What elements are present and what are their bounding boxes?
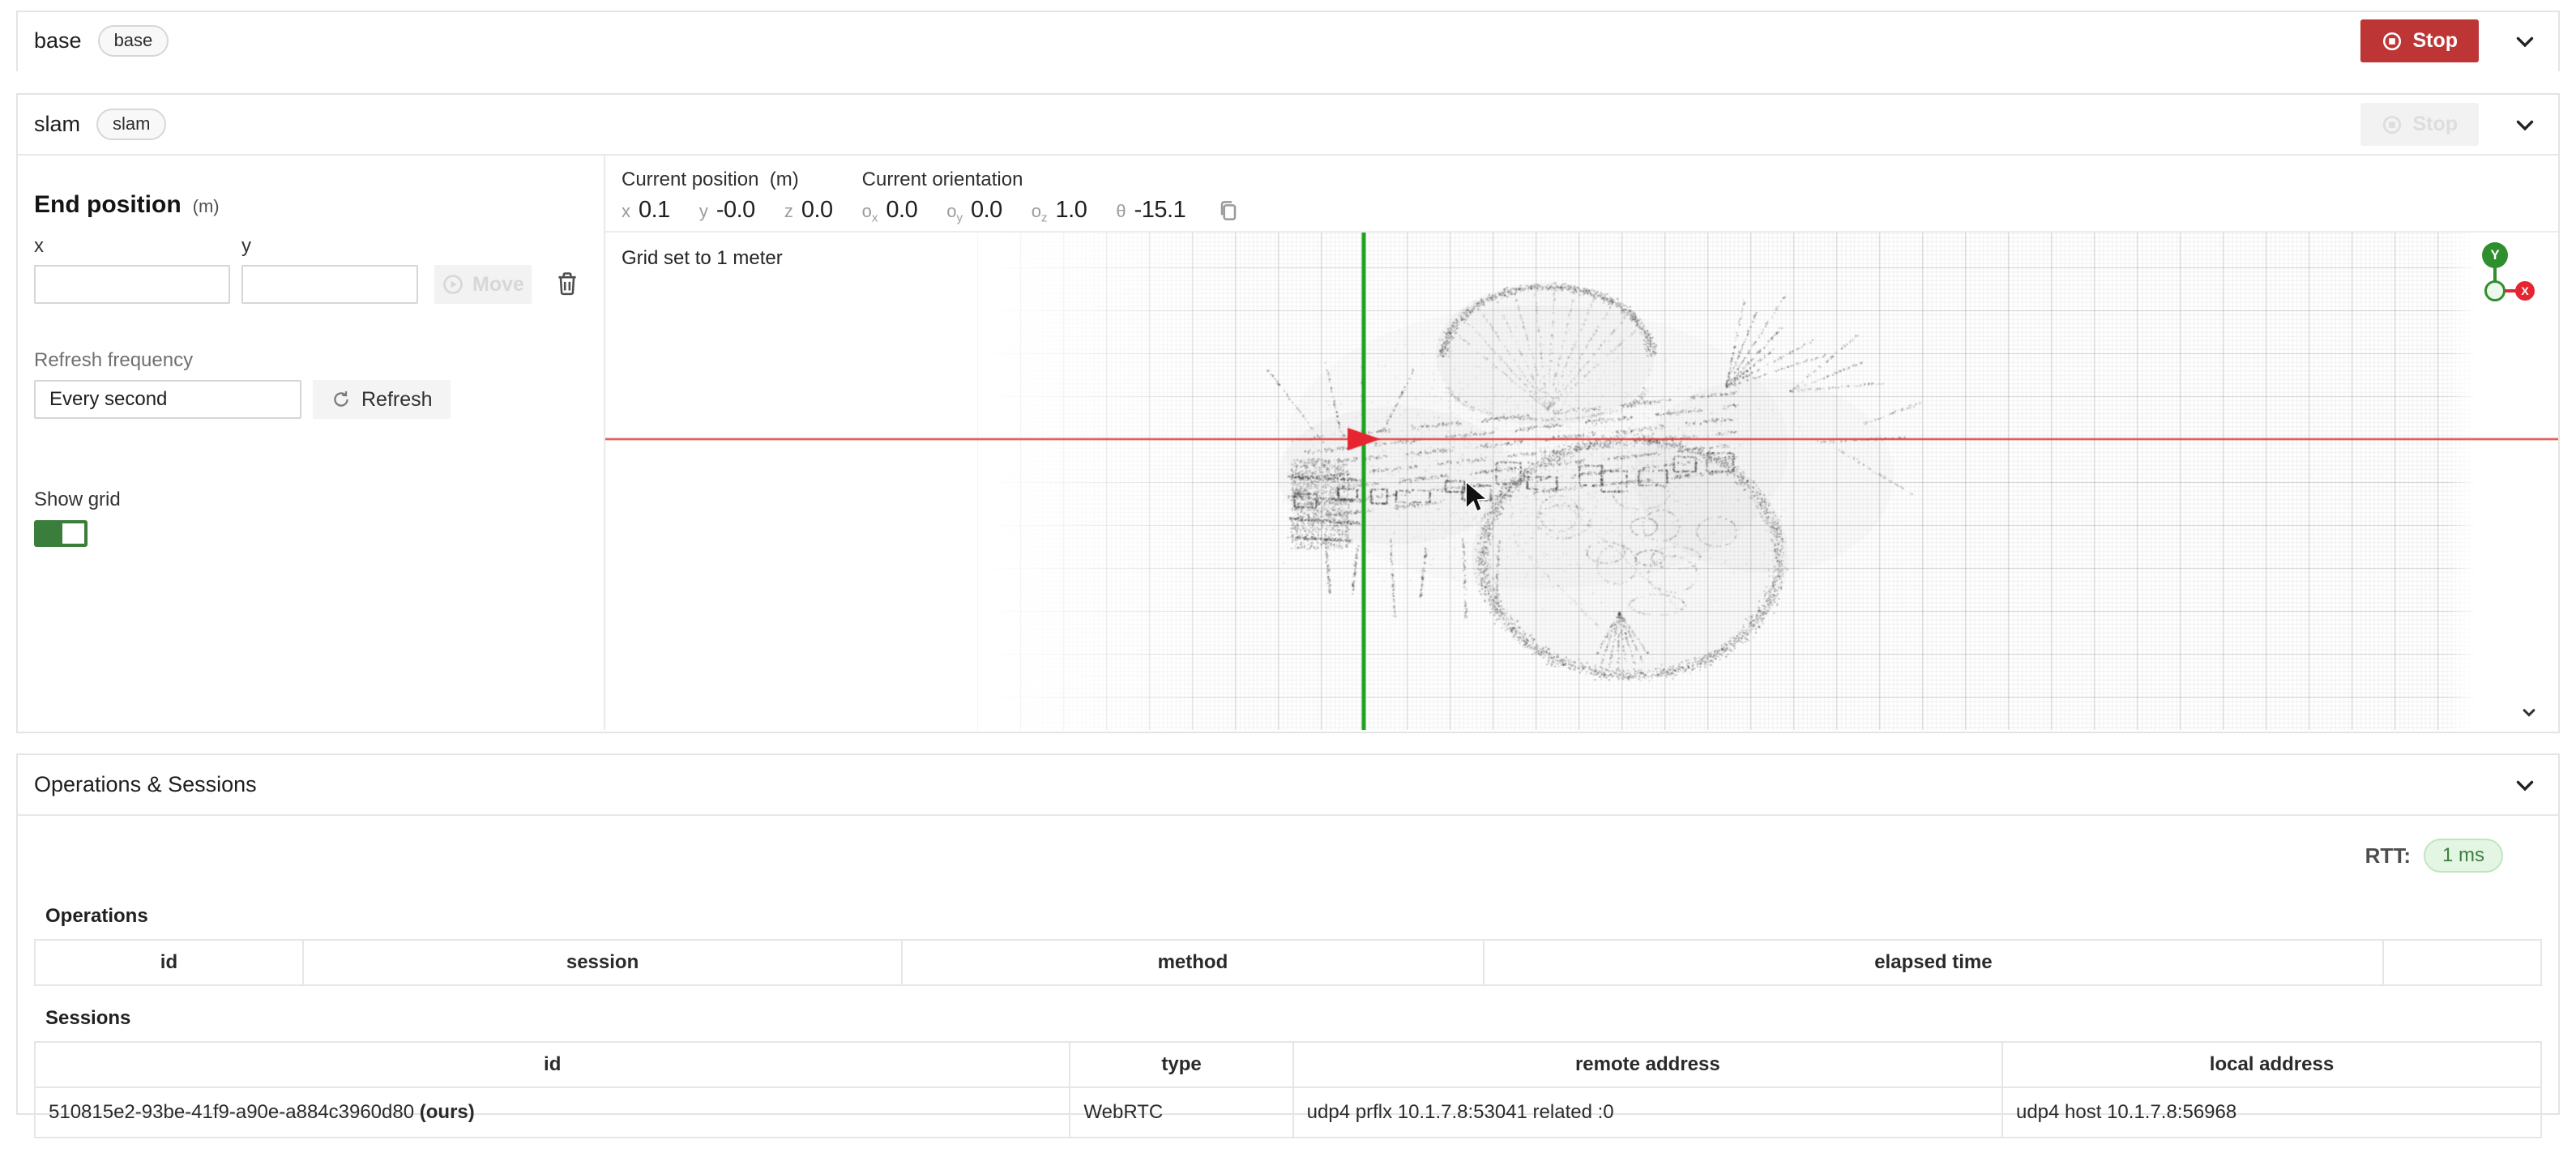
chevron-down-icon: [2511, 111, 2539, 139]
orientation-oz-value: oz1.0: [1032, 197, 1087, 224]
stop-icon: [2382, 31, 2403, 52]
slam-card: slam slam Stop End position (m): [16, 93, 2560, 733]
play-circle-icon: [442, 273, 464, 296]
operations-sessions-header: Operations & Sessions: [18, 755, 2558, 816]
refresh-frequency-select[interactable]: Every second: [34, 380, 301, 419]
grid-scale-note: Grid set to 1 meter: [622, 247, 783, 270]
orientation-oy-value: oy0.0: [946, 197, 1002, 224]
refresh-frequency-label: Refresh frequency: [34, 349, 587, 372]
refresh-icon: [331, 389, 352, 410]
slam-card-header: slam slam Stop: [18, 95, 2558, 156]
mouse-cursor-icon: [1463, 480, 1490, 517]
operations-table: id session method elapsed time: [34, 939, 2542, 986]
chevron-down-icon: [2511, 28, 2539, 55]
base-card-header: base base Stop: [18, 12, 2558, 70]
session-type-cell: WebRTC: [1070, 1087, 1292, 1138]
current-position-unit: (m): [770, 169, 799, 190]
rtt-value-badge: 1 ms: [2424, 839, 2503, 873]
session-id-cell: 510815e2-93be-41f9-a90e-a884c3960d80 (ou…: [35, 1087, 1070, 1138]
base-card: base base Stop: [16, 11, 2560, 71]
sessions-col-id: id: [35, 1042, 1070, 1087]
base-collapse-chevron[interactable]: [2511, 28, 2539, 55]
operations-section-label: Operations: [45, 905, 2542, 928]
base-type-chip: base: [98, 25, 169, 56]
current-position-label: Current position: [622, 169, 758, 190]
current-position-group: Current position (m) x0.1 y-0.0 z0.0: [622, 169, 833, 224]
chevron-down-icon: [2511, 771, 2539, 799]
operations-col-actions: [2383, 940, 2541, 985]
sessions-col-type: type: [1070, 1042, 1292, 1087]
slam-collapse-chevron[interactable]: [2511, 111, 2539, 139]
clear-end-position-button[interactable]: [554, 270, 580, 297]
base-stop-label: Stop: [2412, 29, 2458, 53]
position-x-value: x0.1: [622, 197, 670, 224]
session-row: 510815e2-93be-41f9-a90e-a884c3960d80 (ou…: [35, 1087, 2541, 1138]
rtt-label: RTT:: [2365, 843, 2411, 869]
slam-map-pane: Current position (m) x0.1 y-0.0 z0.0 Cur…: [605, 156, 2558, 730]
y-field[interactable]: [241, 265, 418, 304]
operations-sessions-chevron[interactable]: [2511, 771, 2539, 799]
sessions-col-remote: remote address: [1293, 1042, 2002, 1087]
move-button[interactable]: Move: [434, 265, 532, 304]
operations-col-session: session: [303, 940, 902, 985]
slam-type-chip: slam: [96, 109, 166, 139]
axes-gizmo: Y X: [2476, 242, 2535, 302]
operations-sessions-body: RTT: 1 ms Operations id session method e…: [18, 839, 2558, 1138]
base-card-title: base: [34, 28, 82, 53]
move-button-label: Move: [472, 273, 524, 297]
show-grid-toggle[interactable]: [34, 520, 88, 547]
operations-col-id: id: [35, 940, 303, 985]
slam-map-canvas[interactable]: [605, 233, 2558, 730]
map-expand-chevron[interactable]: [2518, 701, 2540, 724]
operations-sessions-title: Operations & Sessions: [34, 772, 257, 797]
session-local-cell: udp4 host 10.1.7.8:56968: [2002, 1087, 2541, 1138]
base-stop-button[interactable]: Stop: [2360, 19, 2479, 62]
operations-col-elapsed: elapsed time: [1484, 940, 2383, 985]
slam-stop-button-disabled[interactable]: Stop: [2360, 103, 2479, 146]
slam-controls-pane: End position (m) x y Move: [18, 156, 605, 730]
copy-pose-button[interactable]: [1216, 198, 1241, 224]
x-field-label: x: [34, 235, 230, 258]
sessions-table: id type remote address local address 510…: [34, 1041, 2542, 1138]
x-axis-icon: X: [2515, 281, 2535, 301]
slam-telemetry-header: Current position (m) x0.1 y-0.0 z0.0 Cur…: [605, 156, 2558, 233]
sessions-col-local: local address: [2002, 1042, 2541, 1087]
axes-origin-icon: [2484, 280, 2506, 301]
copy-icon: [1216, 198, 1241, 224]
orientation-ox-value: ox0.0: [862, 197, 918, 224]
current-orientation-label: Current orientation: [862, 169, 1023, 190]
refresh-button[interactable]: Refresh: [313, 380, 451, 419]
sessions-section-label: Sessions: [45, 1007, 2542, 1030]
slam-card-title: slam: [34, 112, 80, 137]
chevron-down-icon: [2518, 701, 2540, 724]
operations-sessions-card: Operations & Sessions RTT: 1 ms Operatio…: [16, 754, 2560, 1115]
y-field-label: y: [241, 235, 418, 258]
y-axis-icon: Y: [2482, 242, 2508, 268]
toggle-knob: [62, 523, 84, 544]
position-z-value: z0.0: [784, 197, 833, 224]
session-remote-cell: udp4 prflx 10.1.7.8:53041 related :0: [1293, 1087, 2002, 1138]
refresh-button-label: Refresh: [361, 388, 433, 412]
current-orientation-group: Current orientation ox0.0 oy0.0 oz1.0 θ-…: [862, 169, 1186, 224]
show-grid-label: Show grid: [34, 489, 587, 511]
slam-map-area: Grid set to 1 meter Y X: [605, 233, 2558, 730]
stop-icon: [2382, 114, 2403, 135]
x-field[interactable]: [34, 265, 230, 304]
orientation-theta-value: θ-15.1: [1116, 197, 1185, 224]
trash-icon: [554, 270, 580, 297]
slam-stop-label: Stop: [2412, 113, 2458, 136]
operations-header-row: id session method elapsed time: [35, 940, 2541, 985]
end-position-heading: End position: [34, 191, 182, 219]
operations-col-method: method: [902, 940, 1484, 985]
end-position-unit: (m): [193, 196, 220, 217]
position-y-value: y-0.0: [699, 197, 755, 224]
sessions-header-row: id type remote address local address: [35, 1042, 2541, 1087]
